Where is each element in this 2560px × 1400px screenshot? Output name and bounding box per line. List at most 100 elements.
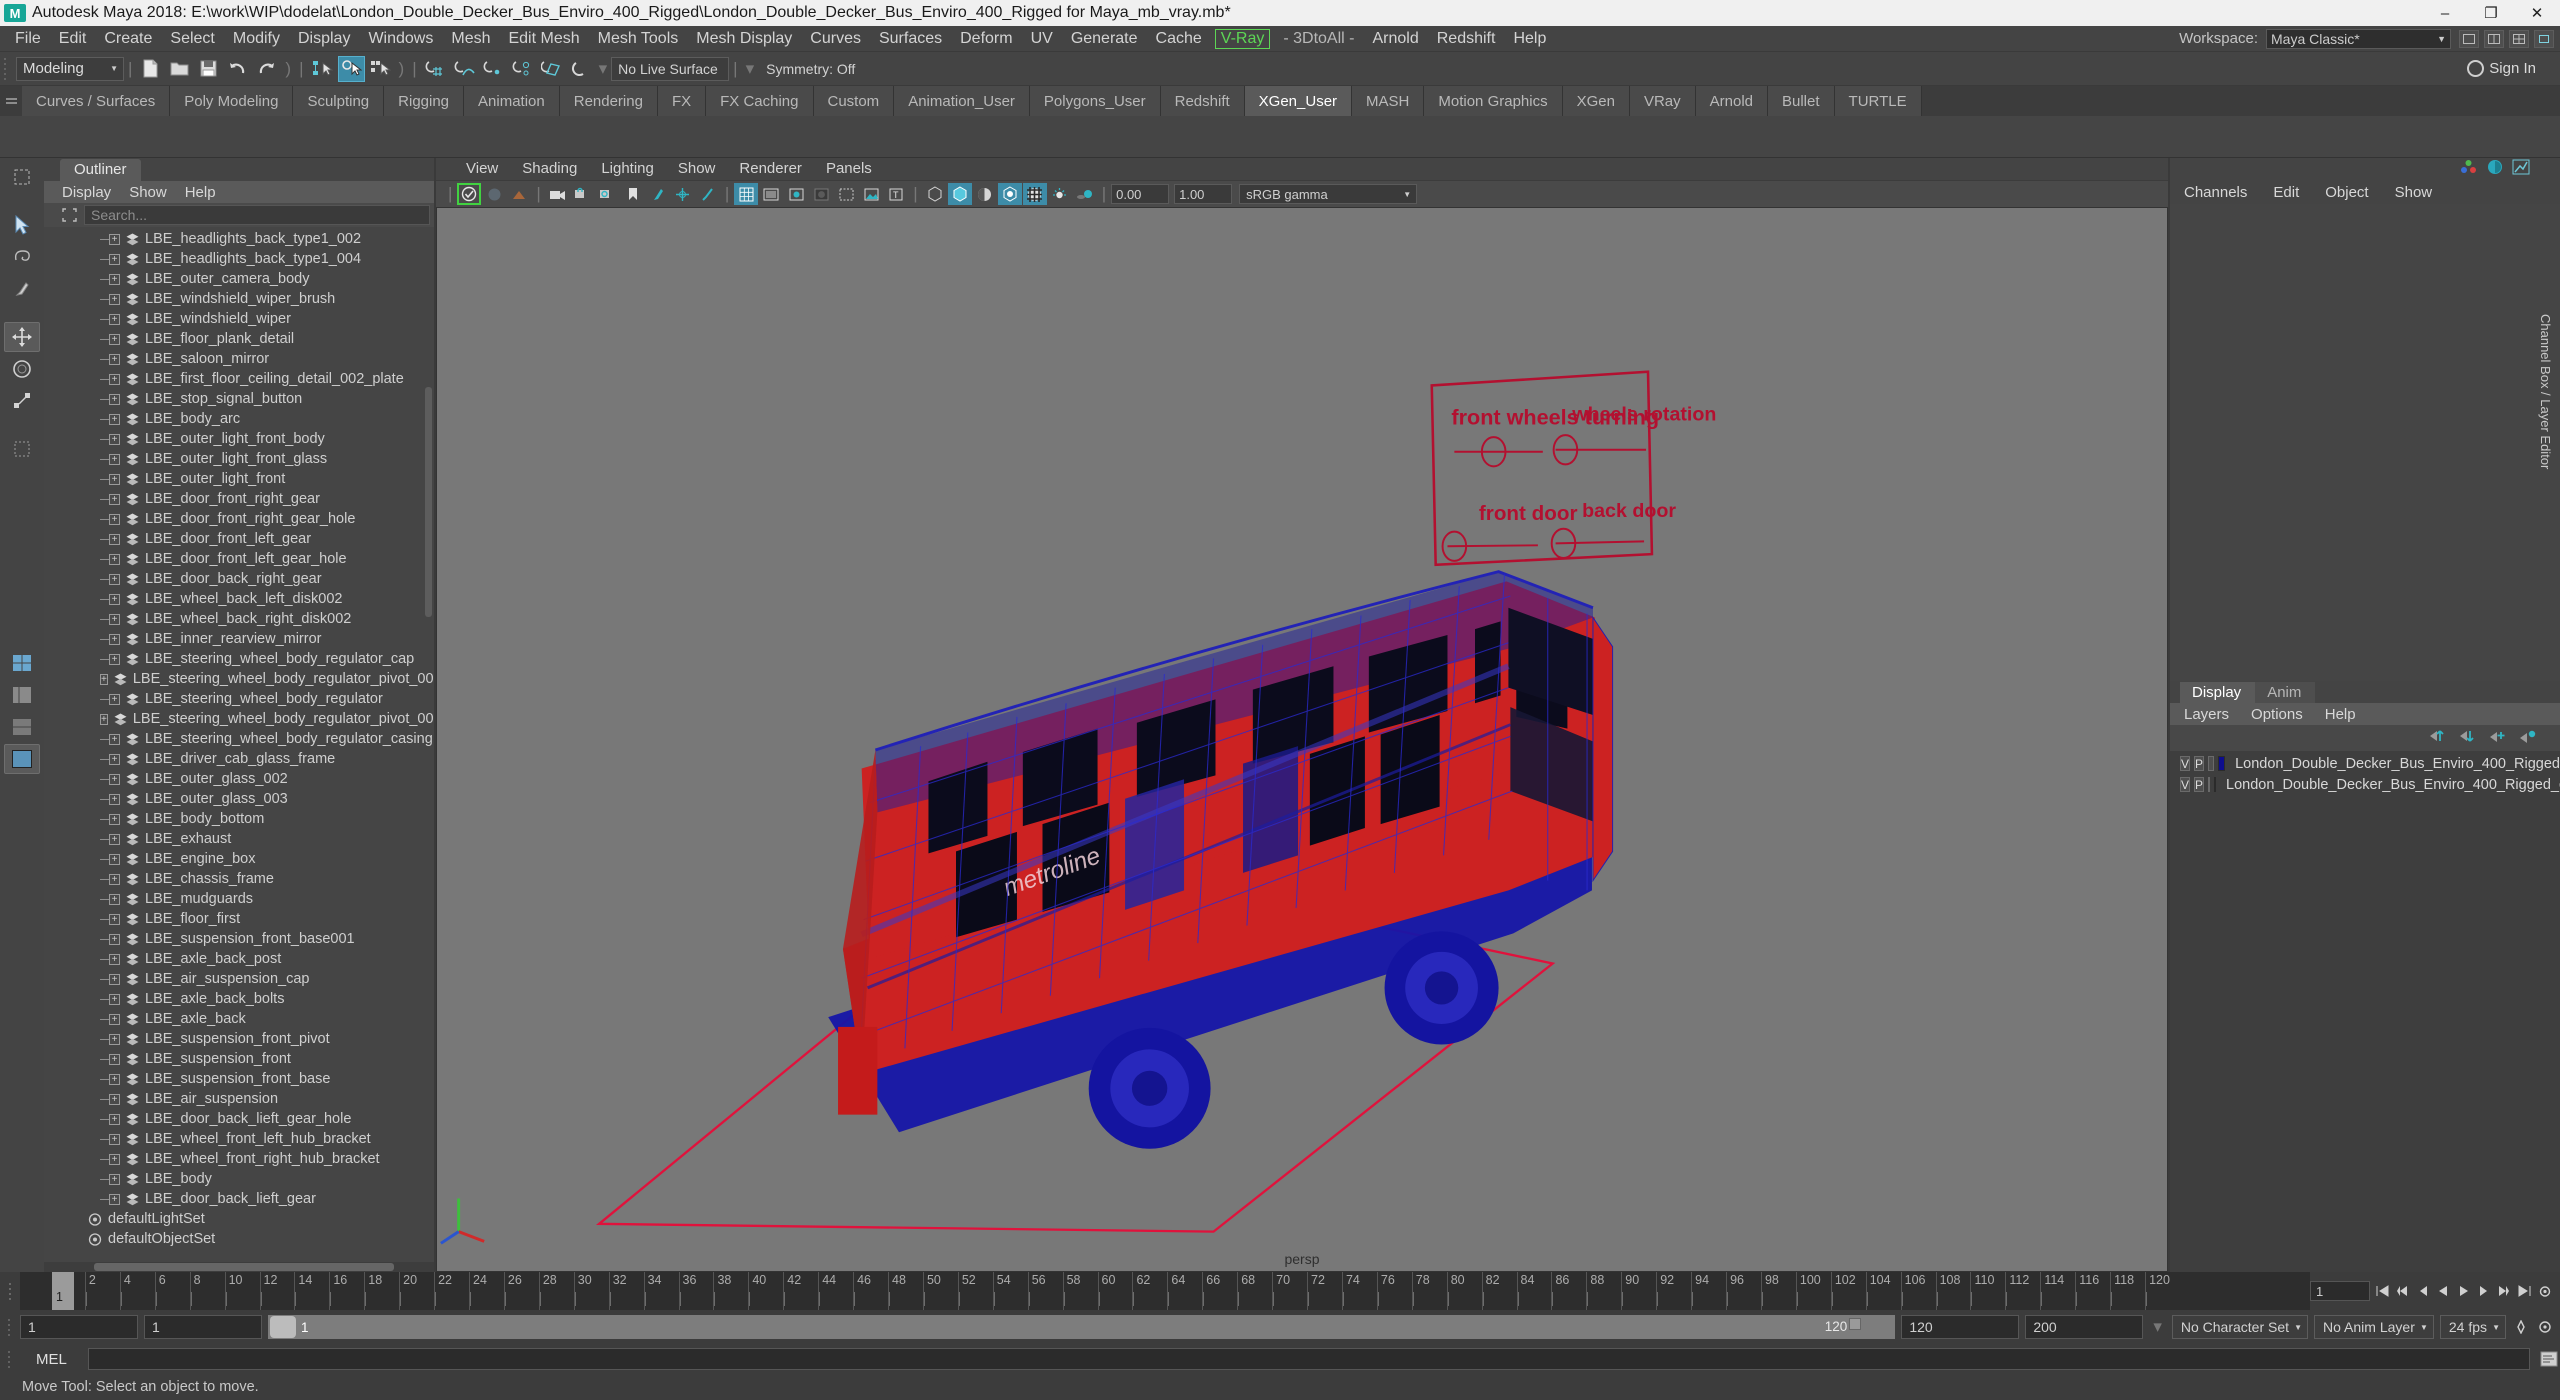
shelf-tab-sculpting[interactable]: Sculpting (293, 86, 385, 116)
use-all-lights-icon[interactable] (1048, 183, 1072, 205)
animation-preferences-icon[interactable] (2537, 1282, 2554, 1300)
viewport-menu-panels[interactable]: Panels (814, 160, 884, 177)
outliner-item[interactable]: + LBE_steering_wheel_body_regulator_pivot… (44, 669, 434, 689)
expand-icon[interactable]: + (109, 593, 120, 605)
camera-settings-icon[interactable] (596, 183, 620, 205)
tool-rotate-icon[interactable] (4, 354, 40, 384)
live-surface-field[interactable]: No Live Surface (611, 56, 730, 81)
shelf-tab-xgen-user[interactable]: XGen_User (1244, 86, 1353, 116)
bookmark-icon[interactable] (621, 183, 645, 205)
magnet-icon[interactable] (567, 56, 594, 82)
exposure-field[interactable]: 0.00 (1111, 184, 1170, 205)
viewport-menu-lighting[interactable]: Lighting (589, 160, 666, 177)
outliner-item[interactable]: + LBE_outer_light_front_glass (44, 449, 434, 469)
layer-playback-toggle[interactable]: P (2194, 756, 2205, 771)
expand-icon[interactable]: + (109, 233, 120, 245)
outliner-item[interactable]: + LBE_door_back_right_gear (44, 569, 434, 589)
play-backwards-icon[interactable] (2434, 1282, 2451, 1300)
expand-icon[interactable]: + (109, 893, 120, 905)
outliner-item[interactable]: + LBE_body_bottom (44, 809, 434, 829)
menu-display[interactable]: Display (289, 28, 359, 50)
menu-generate[interactable]: Generate (1062, 28, 1147, 50)
expand-icon[interactable]: + (109, 793, 120, 805)
tool-last-used-icon[interactable] (4, 434, 40, 464)
viewport-menu-shading[interactable]: Shading (510, 160, 589, 177)
outliner-item[interactable]: + LBE_door_back_lieft_gear_hole (44, 1109, 434, 1129)
chevron-down-icon[interactable]: ▾ (2153, 1317, 2162, 1337)
shelf-tab-animation[interactable]: Animation (464, 86, 560, 116)
outliner-item[interactable]: + LBE_air_suspension (44, 1089, 434, 1109)
outliner-item[interactable]: + LBE_saloon_mirror (44, 349, 434, 369)
gate-mask-icon[interactable] (809, 183, 833, 205)
outliner-menu-display[interactable]: Display (62, 184, 111, 201)
menu-mesh-tools[interactable]: Mesh Tools (589, 28, 688, 50)
channel-box-content[interactable] (2170, 204, 2560, 681)
shelf-tab-rigging[interactable]: Rigging (384, 86, 465, 116)
expand-icon[interactable]: + (109, 293, 120, 305)
fps-combo[interactable]: 24 fps ▼ (2439, 1315, 2506, 1339)
symmetry-label[interactable]: Symmetry: Off (766, 61, 855, 77)
range-slider[interactable]: 1 120 (268, 1315, 1896, 1339)
expand-icon[interactable]: + (109, 613, 120, 625)
menu-mesh-display[interactable]: Mesh Display (687, 28, 801, 50)
tool-lasso-icon[interactable] (4, 242, 40, 272)
expand-icon[interactable]: + (109, 933, 120, 945)
expand-icon[interactable]: + (109, 693, 120, 705)
new-layer-icon[interactable] (2488, 728, 2506, 748)
menu-create[interactable]: Create (95, 28, 161, 50)
shelf-grip[interactable] (0, 86, 22, 116)
maximize-icon[interactable]: ❐ (2468, 0, 2514, 26)
shelf-tab-custom[interactable]: Custom (813, 86, 895, 116)
menu-select[interactable]: Select (161, 28, 223, 50)
expand-icon[interactable]: + (100, 673, 108, 685)
shelf-tab-arnold[interactable]: Arnold (1695, 86, 1768, 116)
snap-to-projected-center-icon[interactable] (509, 56, 536, 82)
time-slider-grip[interactable] (0, 1272, 20, 1310)
tool-move-icon[interactable] (4, 322, 40, 352)
workspace-layout-quad-icon[interactable] (2509, 29, 2529, 48)
text-overlay-icon[interactable]: T (884, 183, 908, 205)
range-handle-left[interactable] (270, 1316, 296, 1338)
step-back-key-icon[interactable] (2394, 1282, 2411, 1300)
move-layer-up-icon[interactable] (2428, 728, 2446, 748)
shelf-tab-fx-caching[interactable]: FX Caching (706, 86, 814, 116)
outliner-item[interactable]: + LBE_wheel_front_left_hub_bracket (44, 1129, 434, 1149)
tool-select-mask-icon[interactable] (4, 162, 40, 192)
tool-paint-select-icon[interactable] (4, 274, 40, 304)
expand-icon[interactable]: + (109, 433, 120, 445)
expand-icon[interactable]: + (109, 1073, 120, 1085)
menu-edit-mesh[interactable]: Edit Mesh (499, 28, 588, 50)
playback-end-field[interactable]: 120 (1901, 1315, 2020, 1339)
expand-icon[interactable]: + (109, 953, 120, 965)
show-menu[interactable]: Show (2395, 184, 2433, 201)
outliner-item[interactable]: + LBE_door_front_left_gear (44, 529, 434, 549)
go-to-end-icon[interactable] (2516, 1282, 2533, 1300)
outliner-item[interactable]: + LBE_headlights_back_type1_002 (44, 229, 434, 249)
expand-icon[interactable]: + (109, 813, 120, 825)
menu-curves[interactable]: Curves (801, 28, 870, 50)
outliner-item[interactable]: + LBE_door_front_left_gear_hole (44, 549, 434, 569)
move-layer-down-icon[interactable] (2458, 728, 2476, 748)
outliner-item[interactable]: + LBE_suspension_front_pivot (44, 1029, 434, 1049)
menu-3dtoall[interactable]: - 3DtoAll - (1274, 28, 1363, 50)
menu-cache[interactable]: Cache (1147, 28, 1211, 50)
close-icon[interactable]: ✕ (2514, 0, 2560, 26)
layer-playback-toggle[interactable]: P (2194, 777, 2205, 792)
shelf-tab-bullet[interactable]: Bullet (1768, 86, 1835, 116)
snap-to-view-plane-icon[interactable] (538, 56, 565, 82)
workspace-save-icon[interactable] (2534, 29, 2554, 48)
image-plane-icon[interactable] (507, 183, 531, 205)
time-slider-track[interactable]: 1 2 4 6 8 10 12 14 16 18 20 22 24 26 28 30 32 34 36 38 40 42… (20, 1272, 2310, 1310)
expand-icon[interactable]: + (109, 493, 120, 505)
menu-mesh[interactable]: Mesh (442, 28, 499, 50)
chevron-down-icon[interactable]: ▾ (599, 59, 608, 79)
color-space-combo[interactable]: sRGB gamma ▼ (1239, 184, 1418, 205)
viewport-image-icon[interactable] (859, 183, 883, 205)
viewport-menu-renderer[interactable]: Renderer (727, 160, 814, 177)
select-by-hierarchy-icon[interactable] (309, 56, 336, 82)
layers-menu[interactable]: Layers (2184, 706, 2229, 723)
menu-arnold[interactable]: Arnold (1363, 28, 1427, 50)
outliner-item[interactable]: + LBE_chassis_frame (44, 869, 434, 889)
chevron-down-icon[interactable]: ▾ (746, 59, 755, 79)
snap-to-point-icon[interactable] (480, 56, 507, 82)
